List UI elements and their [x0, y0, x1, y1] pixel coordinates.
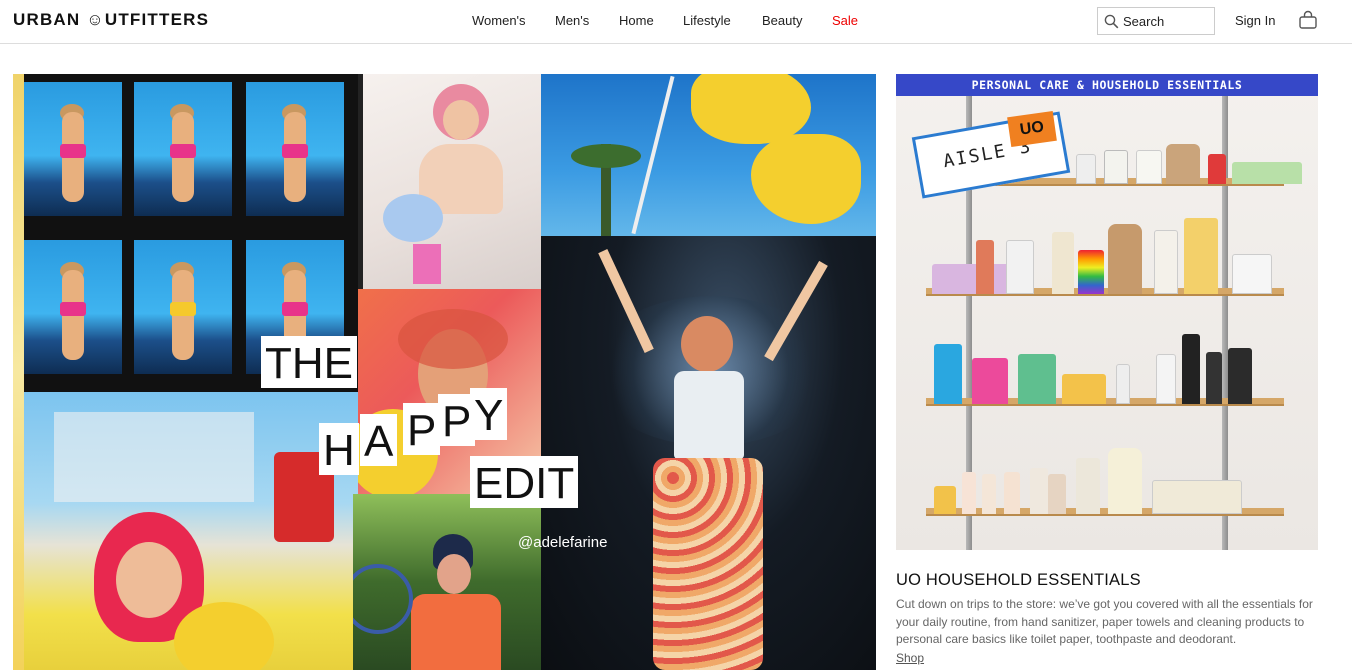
hero-title-letter-h: H — [319, 423, 359, 475]
household-essentials-image[interactable]: PERSONAL CARE & HOUSEHOLD ESSENTIALS AIS… — [896, 74, 1318, 550]
hero-title-edit: EDIT — [470, 456, 579, 508]
sign-in-link[interactable]: Sign In — [1235, 13, 1275, 28]
night-dance-photo — [541, 236, 876, 670]
search-input[interactable] — [1123, 13, 1207, 29]
uo-badge: UO — [1007, 110, 1057, 148]
site-header: URBAN ☺UTFITTERS Women's Men's Home Life… — [0, 0, 1352, 44]
promo-shop-link[interactable]: Shop — [896, 651, 924, 665]
nav-home[interactable]: Home — [619, 13, 654, 28]
jetski-photo — [24, 392, 358, 670]
instagram-handle: @adelefarine — [518, 534, 608, 551]
nav-lifestyle[interactable]: Lifestyle — [683, 13, 731, 28]
nav-sale[interactable]: Sale — [832, 13, 858, 28]
hero-title-letter-y: Y — [470, 388, 508, 440]
promo-band-title: PERSONAL CARE & HOUSEHOLD ESSENTIALS — [896, 74, 1318, 96]
nav-mens[interactable]: Men's — [555, 13, 589, 28]
nav-womens[interactable]: Women's — [472, 13, 526, 28]
promo-description: Cut down on trips to the store: we’ve go… — [896, 597, 1313, 646]
hero-title-letter-p1: P — [403, 403, 441, 455]
promo-title[interactable]: UO HOUSEHOLD ESSENTIALS — [896, 571, 1141, 590]
hero-title-the: THE — [261, 336, 357, 388]
collage-edge-strip — [13, 74, 24, 670]
search-icon — [1104, 14, 1119, 28]
smiley-flags-photo — [541, 74, 876, 236]
shelf-2 — [926, 218, 1284, 296]
bed-photo — [363, 74, 541, 289]
hero-collage-image[interactable]: THE H A P P Y EDIT @adelefarine — [13, 74, 876, 670]
shelf-3 — [926, 334, 1284, 406]
shelf-4 — [926, 448, 1284, 516]
site-logo[interactable]: URBAN ☺UTFITTERS — [13, 10, 209, 30]
shopping-bag-icon[interactable] — [1298, 10, 1318, 30]
hero-title-letter-a: A — [360, 414, 398, 466]
bike-photo — [353, 494, 541, 670]
search-box[interactable] — [1097, 7, 1215, 35]
nav-beauty[interactable]: Beauty — [762, 13, 802, 28]
